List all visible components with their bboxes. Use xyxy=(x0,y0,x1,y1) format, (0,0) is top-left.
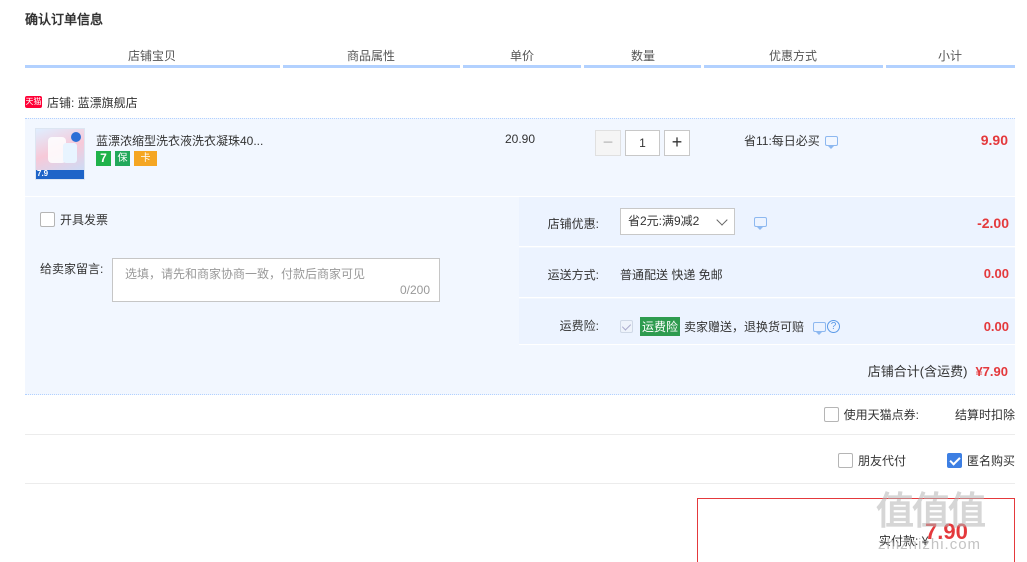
tmall-points-option: 使用天猫点券: 结算时扣除 xyxy=(823,406,1015,423)
tmall-points-label: 使用天猫点券: xyxy=(843,408,919,422)
friend-pay-option[interactable]: 朋友代付 xyxy=(838,452,906,469)
quantity-input[interactable]: 1 xyxy=(625,130,660,156)
column-header-discount: 优惠方式 xyxy=(769,49,818,63)
column-header: 店铺宝贝 商品属性 单价 数量 优惠方式 小计 xyxy=(25,44,1015,68)
column-header-item: 店铺宝贝 xyxy=(128,49,177,63)
insurance-amount: 0.00 xyxy=(983,319,1009,334)
watermark-url: zhizhizhi.com xyxy=(878,536,982,553)
friend-pay-checkbox[interactable] xyxy=(838,453,853,468)
message-to-seller-input[interactable]: 选填，请先和商家协商一致，付款后商家可见 0/200 xyxy=(112,258,440,302)
tmall-icon: 天猫 xyxy=(25,96,42,108)
item-promotion: 省11:每日必买 xyxy=(744,132,838,149)
unit-price: 20.90 xyxy=(505,132,536,146)
order-fees-pane: 店铺优惠: 省2元:满9减2 -2.00 运送方式: 普通配送 快递 免邮 0.… xyxy=(519,197,1015,345)
shop-total: 店铺合计(含运费) ¥7.90 xyxy=(868,361,1008,380)
order-details: 开具发票 给卖家留言: 选填，请先和商家协商一致，付款后商家可见 0/200 店… xyxy=(25,197,1015,395)
insurance-chat-icon[interactable] xyxy=(813,321,827,335)
seven-day-return-icon[interactable]: 7 xyxy=(96,151,111,166)
insurance-option: 运费险 卖家赠送，退换货可赔 ? xyxy=(620,317,841,336)
shop-discount-amount: -2.00 xyxy=(977,215,1009,231)
bottle-image xyxy=(63,143,77,163)
anonymous-purchase-checkbox[interactable] xyxy=(947,453,962,468)
message-char-count: 0/200 xyxy=(399,283,430,297)
invoice-label: 开具发票 xyxy=(60,213,109,227)
anonymous-purchase-option[interactable]: 匿名购买 xyxy=(947,452,1015,469)
shop-discount-row: 店铺优惠: 省2元:满9减2 -2.00 xyxy=(519,197,1015,247)
decrease-quantity-button[interactable]: − xyxy=(595,130,621,156)
shop-discount-label: 店铺优惠: xyxy=(547,217,599,231)
insurance-tag: 运费险 xyxy=(640,317,681,336)
credit-card-icon[interactable]: 卡 xyxy=(134,151,157,166)
quantity-stepper: − 1 + xyxy=(595,130,690,156)
watermark-logo: 值值值 xyxy=(876,491,986,533)
thumbnail-price: 7.9 xyxy=(37,169,49,178)
shipping-amount: 0.00 xyxy=(983,266,1009,281)
chevron-down-icon xyxy=(716,214,728,226)
order-item: 7.9 蓝漂浓缩型洗衣液洗衣凝珠40... 7 保 卡 20.90 − 1 + … xyxy=(25,118,1015,196)
column-header-unit-price: 单价 xyxy=(510,49,535,63)
promotion-info-icon[interactable] xyxy=(824,135,838,149)
shop-total-label: 店铺合计(含运费) xyxy=(867,364,968,379)
divider xyxy=(25,483,1015,484)
help-icon[interactable]: ? xyxy=(827,320,841,333)
shop-name-link[interactable]: 店铺: 蓝漂旗舰店 xyxy=(47,94,138,111)
insurance-label: 运费险: xyxy=(559,319,599,333)
shipping-method: 普通配送 快递 免邮 xyxy=(620,268,723,282)
product-title-link[interactable]: 蓝漂浓缩型洗衣液洗衣凝珠40... xyxy=(96,132,263,149)
column-header-attributes: 商品属性 xyxy=(347,49,396,63)
tmall-points-checkbox[interactable] xyxy=(823,407,839,422)
shop-discount-selected: 省2元:满9减2 xyxy=(628,214,700,228)
discount-info-icon[interactable] xyxy=(754,217,767,230)
divider xyxy=(25,434,1015,435)
increase-quantity-button[interactable]: + xyxy=(664,130,690,156)
shop-row: 天猫 店铺: 蓝漂旗舰店 xyxy=(25,94,138,110)
promotion-text: 省11:每日必买 xyxy=(744,134,820,148)
service-badges: 7 保 卡 xyxy=(96,151,157,166)
guarantee-icon[interactable]: 保 xyxy=(115,151,130,166)
brand-logo-icon xyxy=(71,132,81,142)
page-title: 确认订单信息 xyxy=(25,12,104,27)
column-header-subtotal: 小计 xyxy=(938,49,963,63)
message-label: 给卖家留言: xyxy=(40,262,104,276)
column-header-underline xyxy=(25,65,1015,68)
column-header-quantity: 数量 xyxy=(631,49,656,63)
product-thumbnail[interactable]: 7.9 xyxy=(35,128,85,180)
shipping-row: 运送方式: 普通配送 快递 免邮 0.00 xyxy=(519,248,1015,298)
item-subtotal: 9.90 xyxy=(980,132,1008,148)
insurance-row: 运费险: 运费险 卖家赠送，退换货可赔 ? 0.00 xyxy=(519,299,1015,345)
shipping-label: 运送方式: xyxy=(547,268,599,282)
insurance-description: 卖家赠送，退换货可赔 xyxy=(684,320,805,334)
insurance-checkbox xyxy=(620,320,633,333)
tmall-points-note: 结算时扣除 xyxy=(954,408,1015,422)
shop-total-amount: ¥7.90 xyxy=(975,364,1008,379)
shop-discount-select[interactable]: 省2元:满9减2 xyxy=(620,208,735,235)
invoice-option[interactable]: 开具发票 xyxy=(40,211,108,228)
anonymous-purchase-label: 匿名购买 xyxy=(967,454,1016,468)
message-placeholder: 选填，请先和商家协商一致，付款后商家可见 xyxy=(125,267,366,281)
friend-pay-label: 朋友代付 xyxy=(858,454,907,468)
invoice-checkbox[interactable] xyxy=(40,212,55,227)
